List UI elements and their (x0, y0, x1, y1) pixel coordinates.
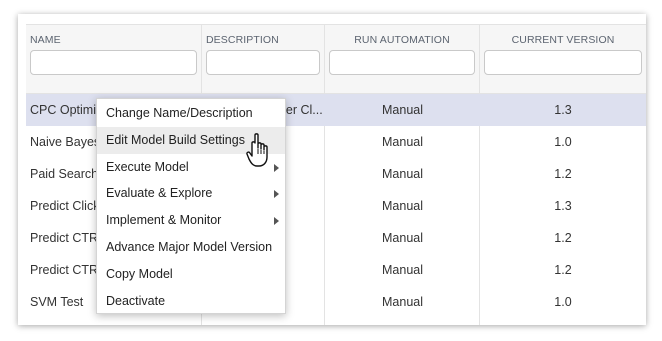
cell-current-version: 1.0 (554, 135, 572, 149)
menu-item-label: Execute Model (106, 159, 189, 174)
cell-run-automation: Manual (382, 135, 423, 149)
cell-run-automation: Manual (382, 103, 423, 117)
menu-item-advance-major-model-version[interactable]: Advance Major Model Version (97, 234, 285, 261)
column-header-name[interactable]: NAME (30, 34, 61, 46)
cell-current-version: 1.2 (554, 167, 572, 181)
menu-item-label: Copy Model (106, 266, 173, 281)
column-header-current-version[interactable]: CURRENT VERSION (480, 34, 646, 46)
row-context-menu: Change Name/Description Edit Model Build… (96, 98, 286, 314)
cell-current-version: 1.3 (554, 199, 572, 213)
menu-item-label: Change Name/Description (106, 106, 253, 120)
chevron-right-icon (274, 190, 279, 199)
cell-run-automation: Manual (382, 231, 423, 245)
menu-item-label: Edit Model Build Settings (106, 132, 245, 147)
cell-run-automation: Manual (382, 295, 423, 309)
hand-pointer-icon (246, 133, 268, 167)
menu-item-label: Evaluate & Explore (106, 186, 213, 201)
chevron-right-icon (274, 217, 279, 226)
cell-current-version: 1.2 (554, 263, 572, 277)
column-header-run-automation[interactable]: RUN AUTOMATION (325, 34, 479, 46)
run-automation-filter-input[interactable] (329, 50, 475, 75)
menu-item-label: Advance Major Model Version (106, 239, 273, 254)
current-version-filter-input[interactable] (484, 50, 642, 75)
column-header-description[interactable]: DESCRIPTION (206, 34, 279, 46)
cell-current-version: 1.2 (554, 231, 572, 245)
cell-run-automation: Manual (382, 167, 423, 181)
menu-item-implement-monitor[interactable]: Implement & Monitor (97, 207, 285, 234)
cell-current-version: 1.3 (554, 103, 572, 117)
cell-current-version: 1.0 (554, 295, 572, 309)
menu-item-label: Deactivate (106, 293, 166, 308)
menu-item-evaluate-explore[interactable]: Evaluate & Explore (97, 180, 285, 207)
menu-item-label: Implement & Monitor (106, 213, 222, 228)
name-filter-input[interactable] (30, 50, 197, 75)
description-filter-input[interactable] (206, 50, 320, 75)
cell-run-automation: Manual (382, 199, 423, 213)
menu-item-deactivate[interactable]: Deactivate (97, 288, 285, 315)
cell-run-automation: Manual (382, 263, 423, 277)
menu-item-copy-model[interactable]: Copy Model (97, 261, 285, 288)
menu-item-change-name-description[interactable]: Change Name/Description (97, 100, 285, 127)
